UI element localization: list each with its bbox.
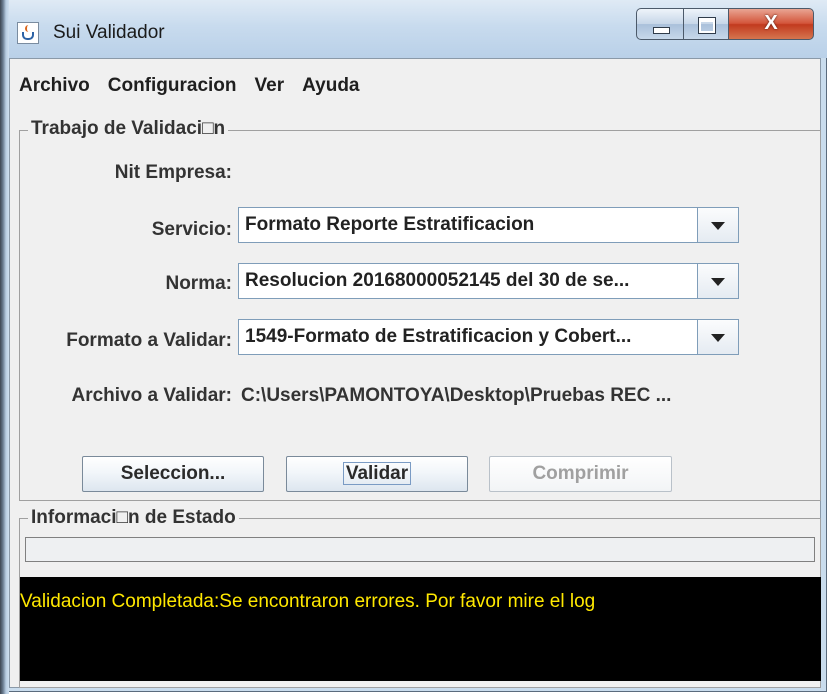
menu-ver[interactable]: Ver bbox=[246, 70, 294, 102]
formato-label: Formato a Validar: bbox=[66, 330, 232, 351]
status-group-title: Informaci□n de Estado bbox=[28, 507, 239, 529]
norma-label: Norma: bbox=[165, 273, 232, 294]
close-button[interactable]: X bbox=[728, 8, 814, 40]
close-icon: X bbox=[764, 12, 778, 34]
validar-button[interactable]: Validar bbox=[286, 456, 468, 492]
norma-select[interactable]: Resolucion 20168000052145 del 30 de se..… bbox=[238, 263, 739, 299]
progress-bar bbox=[25, 537, 815, 562]
chevron-down-icon[interactable] bbox=[697, 208, 738, 242]
nit-label: Nit Empresa: bbox=[114, 162, 232, 183]
comprimir-button[interactable]: Comprimir bbox=[489, 456, 672, 492]
maximize-button[interactable] bbox=[683, 8, 729, 40]
formato-selected: 1549-Formato de Estratificacion y Cobert… bbox=[245, 326, 632, 347]
java-cup-icon bbox=[17, 22, 39, 44]
archivo-label: Archivo a Validar: bbox=[71, 385, 232, 406]
servicio-selected: Formato Reporte Estratificacion bbox=[245, 214, 535, 235]
status-message: Validacion Completada:Se encontraron err… bbox=[20, 591, 596, 612]
servicio-label: Servicio: bbox=[151, 219, 232, 240]
menu-ayuda[interactable]: Ayuda bbox=[293, 70, 368, 102]
formato-select[interactable]: 1549-Formato de Estratificacion y Cobert… bbox=[238, 319, 739, 355]
seleccion-button[interactable]: Seleccion... bbox=[82, 456, 264, 492]
chevron-down-icon[interactable] bbox=[697, 320, 738, 354]
menu-bar: Archivo Configuracion Ver Ayuda bbox=[10, 70, 369, 102]
minimize-button[interactable] bbox=[636, 8, 684, 40]
log-console[interactable]: Validacion Completada:Se encontraron err… bbox=[20, 577, 821, 681]
job-group-title: Trabajo de Validaci□n bbox=[28, 118, 229, 140]
menu-configuracion[interactable]: Configuracion bbox=[99, 70, 246, 102]
chevron-down-icon[interactable] bbox=[697, 264, 738, 298]
menu-archivo[interactable]: Archivo bbox=[10, 70, 99, 102]
window-title: Sui Validador bbox=[53, 22, 165, 43]
servicio-select[interactable]: Formato Reporte Estratificacion bbox=[238, 207, 739, 243]
validar-label: Validar bbox=[342, 462, 412, 485]
norma-selected: Resolucion 20168000052145 del 30 de se..… bbox=[245, 270, 630, 291]
job-group-box bbox=[19, 130, 821, 501]
archivo-path: C:\Users\PAMONTOYA\Desktop\Pruebas REC .… bbox=[241, 385, 672, 406]
